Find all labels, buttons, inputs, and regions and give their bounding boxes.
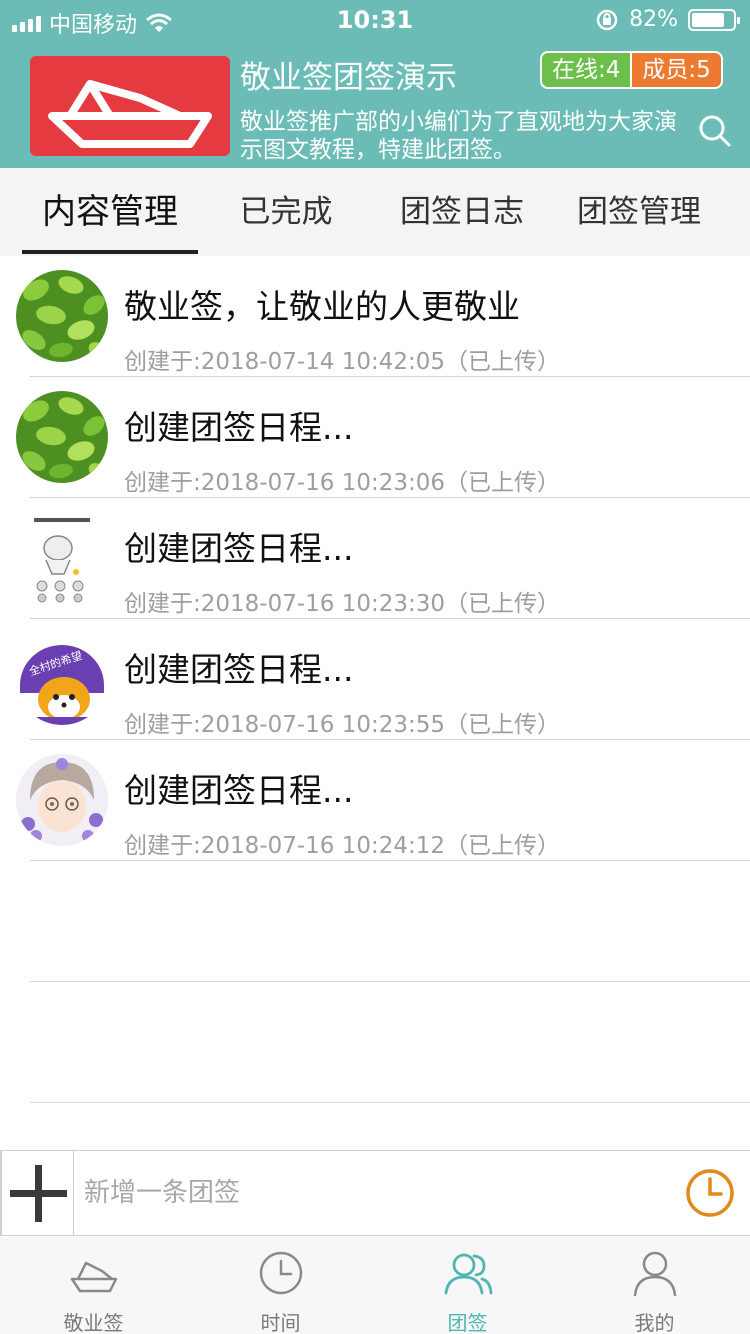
item-created-time: 创建于:2018-07-16 10:23:30（已上传） [124,591,561,617]
active-tab-indicator [22,250,198,254]
member-counts[interactable]: 在线:4 成员:5 [540,51,723,89]
group-header: 中国移动 10:31 82% 敬业签团签演示 敬业签推广部的小编们为了直观地为大… [0,0,750,168]
tab-completed[interactable]: 已完成 [198,168,374,256]
divider [30,860,750,861]
item-title: 敬业签，让敬业的人更敬业 [124,287,520,326]
boat-logo-icon [48,80,212,148]
search-icon[interactable] [696,112,732,148]
rotation-lock-icon [596,9,618,30]
tab-content-management[interactable]: 内容管理 [22,168,198,256]
tab-group-log[interactable]: 团签日志 [374,168,550,256]
bottom-nav: 敬业签 时间 团签 我的 [0,1237,750,1334]
clock-icon [259,1251,303,1295]
item-created-time: 创建于:2018-07-16 10:23:06（已上传） [124,470,561,496]
divider [30,1102,750,1103]
list-item[interactable]: 创建团签日程... 创建于:2018-07-16 10:24:12（已上传） [0,740,750,861]
group-description: 敬业签推广部的小编们为了直观地为大家演示图文教程，特建此团签。 [240,109,677,163]
clock-reminder-icon[interactable] [684,1167,736,1219]
nav-label: 敬业签 [63,1311,124,1334]
group-icon [444,1253,493,1295]
nav-item-jingyeqian[interactable]: 敬业签 [0,1237,187,1334]
item-title: 创建团签日程... [124,650,354,689]
online-count-badge[interactable]: 在线:4 [540,51,631,89]
nav-item-time[interactable]: 时间 [187,1237,374,1334]
battery-percent: 82% [629,7,678,32]
note-list: 敬业签，让敬业的人更敬业 创建于:2018-07-14 10:42:05（已上传… [0,256,750,861]
item-created-time: 创建于:2018-07-16 10:23:55（已上传） [124,712,561,738]
list-item[interactable]: 敬业签，让敬业的人更敬业 创建于:2018-07-14 10:42:05（已上传… [0,256,750,377]
person-icon [633,1251,677,1297]
nav-label: 我的 [634,1311,675,1334]
list-item[interactable]: 创建团签日程... 创建于:2018-07-16 10:23:30（已上传） [0,498,750,619]
boat-icon [70,1261,118,1293]
add-button[interactable] [0,1151,74,1235]
sketch-avatar [16,512,108,604]
group-logo[interactable] [30,56,230,156]
item-title: 创建团签日程... [124,529,354,568]
item-title: 创建团签日程... [124,408,354,447]
item-created-time: 创建于:2018-07-14 10:42:05（已上传） [124,349,561,375]
tab-group-settings[interactable]: 团签管理 [550,168,728,256]
list-item[interactable]: 创建团签日程... 创建于:2018-07-16 10:23:06（已上传） [0,377,750,498]
nav-item-mine[interactable]: 我的 [561,1237,748,1334]
nav-label: 团签 [447,1311,488,1334]
shiba-avatar: 全村的希望 [16,633,108,725]
status-bar: 中国移动 10:31 82% [0,0,750,40]
anime-boy-avatar [16,754,108,846]
divider [30,981,750,982]
tab-bar: 内容管理 已完成 团签日志 团签管理 [0,168,750,256]
battery-icon [688,8,740,31]
nav-item-group[interactable]: 团签 [374,1237,561,1334]
member-count-badge[interactable]: 成员:5 [630,51,723,89]
group-title: 敬业签团签演示 [240,60,457,96]
new-note-bar [0,1150,750,1236]
item-title: 创建团签日程... [124,771,354,810]
leaves-avatar [16,270,108,362]
new-note-input[interactable] [84,1173,644,1213]
list-item[interactable]: 全村的希望 创建团签日程... 创建于:2018-07-16 10:23:55（… [0,619,750,740]
nav-label: 时间 [260,1311,301,1334]
leaves-avatar [16,391,108,483]
item-created-time: 创建于:2018-07-16 10:24:12（已上传） [124,833,561,859]
